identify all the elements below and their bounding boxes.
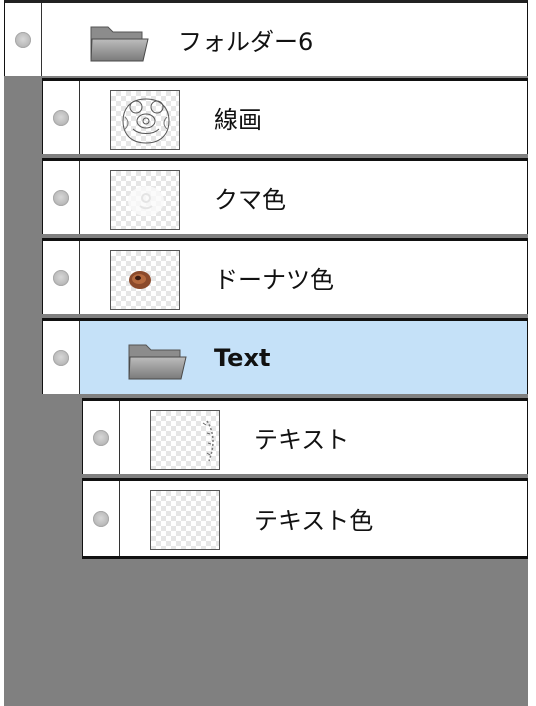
layer-name: クマ色 <box>214 186 286 214</box>
layer-thumbnail <box>110 250 180 310</box>
layer-row-folder-6[interactable]: フォルダー6 <box>4 0 528 76</box>
eye-icon[interactable] <box>93 429 109 446</box>
eye-icon[interactable] <box>53 189 69 206</box>
layer-name: 線画 <box>214 106 262 134</box>
visibility-toggle[interactable] <box>43 161 80 234</box>
eye-icon[interactable] <box>93 510 109 527</box>
layer-row-bear-color[interactable]: クマ色 <box>42 158 528 234</box>
visibility-toggle[interactable] <box>43 81 80 154</box>
eye-icon[interactable] <box>53 109 69 126</box>
layer-row-text-folder[interactable]: Text <box>42 318 528 394</box>
layer-thumbnail <box>110 90 180 150</box>
layer-name: テキスト <box>254 426 350 454</box>
eye-icon[interactable] <box>15 31 31 48</box>
layer-name: テキスト色 <box>254 507 374 535</box>
folder-icon <box>90 26 149 62</box>
layer-name: ドーナツ色 <box>214 266 334 294</box>
layer-thumbnail <box>150 410 220 470</box>
visibility-toggle[interactable] <box>5 3 42 76</box>
eye-icon[interactable] <box>53 349 69 366</box>
layer-row-text-color[interactable]: テキスト色 <box>82 478 528 559</box>
layer-thumbnail <box>110 170 180 230</box>
layer-row-donut-color[interactable]: ドーナツ色 <box>42 238 528 314</box>
layer-name: Text <box>214 343 271 372</box>
visibility-toggle[interactable] <box>83 401 120 474</box>
visibility-toggle[interactable] <box>83 481 120 556</box>
visibility-toggle[interactable] <box>43 241 80 314</box>
layer-name: フォルダー6 <box>178 28 314 56</box>
visibility-toggle[interactable] <box>43 321 80 394</box>
layer-row-text[interactable]: テキスト <box>82 398 528 474</box>
layer-thumbnail <box>150 490 220 550</box>
layer-row-lineart[interactable]: 線画 <box>42 78 528 154</box>
folder-icon <box>128 344 187 380</box>
eye-icon[interactable] <box>53 269 69 286</box>
